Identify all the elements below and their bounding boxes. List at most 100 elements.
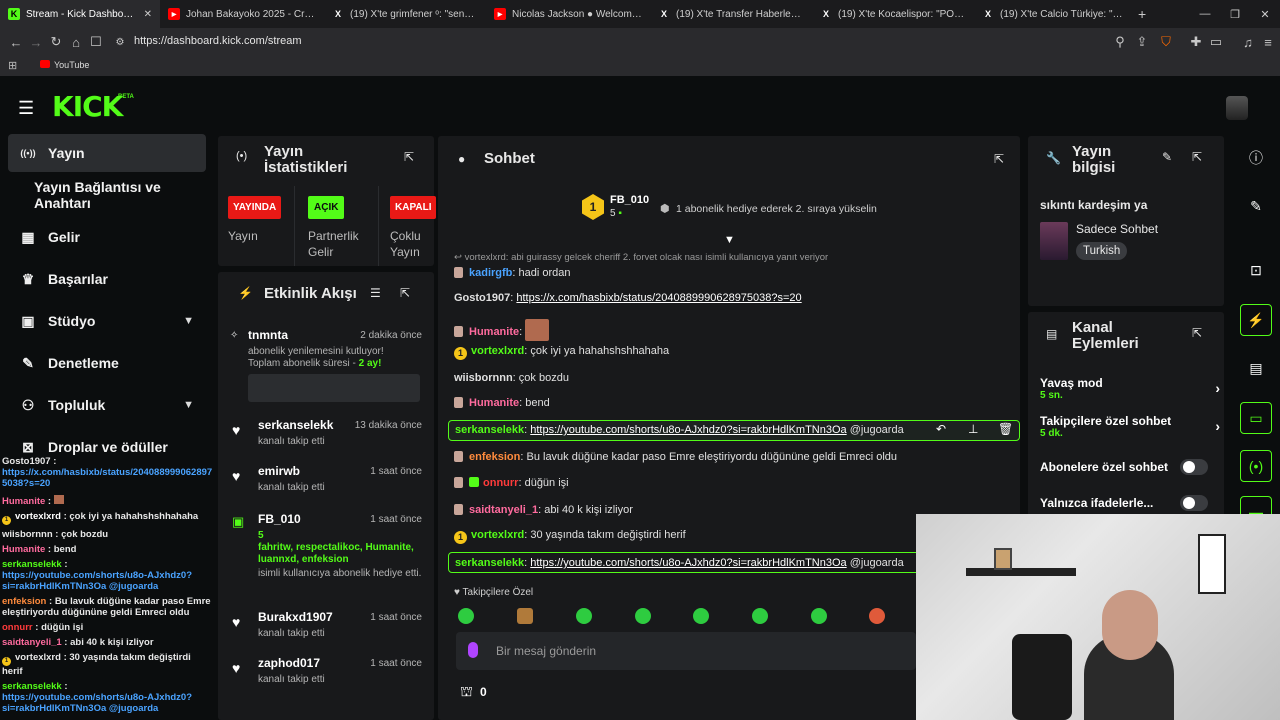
filter-icon[interactable]: ☰ [370,286,381,300]
share-icon[interactable]: ⇪ [1132,32,1152,52]
followers-chat-setting[interactable]: Takipçilere özel sohbet 5 dk. › [1040,414,1220,444]
popout-icon[interactable]: ⇱ [404,150,414,164]
sidebar-item-gelir[interactable]: ▦ Gelir [8,218,206,256]
site-info-icon[interactable]: ⚙ [110,32,130,52]
sidebar-item-studyo[interactable]: ▣ Stüdyo ▼ [8,302,206,340]
avatar[interactable] [1226,96,1248,120]
chat-message[interactable]: Gosto1907: https://x.com/hasbixb/status/… [454,292,802,304]
webcam-neon-sign [1198,534,1226,594]
emote-picker-item[interactable] [576,608,592,624]
emote-picker-item[interactable] [693,608,709,624]
sidebar-item-denetleme[interactable]: ✎ Denetleme [8,344,206,382]
sidebar-item-stream-key[interactable]: Yayın Bağlantısı ve Anahtarı [8,176,206,214]
zoom-icon[interactable]: ⚲ [1110,32,1130,52]
tab-x-grimfener[interactable]: X (19) X'te grimfener ᵒ: "seneye onua... [324,0,486,28]
stream-info-panel: 🔧 Yayın bilgisi ✎ ⇱ sıkıntı kardeşim ya … [1028,136,1224,306]
menu-icon[interactable]: ≡ [1258,32,1278,52]
kick-logo[interactable]: KICK BETA [52,90,134,123]
minimize-icon[interactable]: — [1190,0,1220,28]
category-name[interactable]: Sadece Sohbet [1076,222,1158,236]
tab-youtube-bakayoko[interactable]: ▶ Johan Bakayoko 2025 - Crazy Skills, ..… [160,0,324,28]
reply-icon[interactable]: ↶ [936,422,946,436]
chat-message[interactable]: kadirgfb: hadi ordan [454,267,571,279]
close-tab-icon[interactable]: ✕ [144,9,152,20]
maximize-icon[interactable]: ❐ [1220,0,1250,28]
edit-icon[interactable]: ✎ [1240,190,1272,222]
category-thumbnail [1040,222,1068,260]
popout-icon[interactable]: ⇱ [994,152,1004,166]
slow-mode-setting[interactable]: Yavaş mod 5 sn. › [1040,376,1220,406]
heart-icon: ♥ [232,422,241,438]
notes-icon[interactable]: ▤ [1240,352,1272,384]
reload-icon[interactable]: ↻ [46,32,66,52]
apps-icon[interactable]: ⊞ [8,59,17,72]
microphone-arm [1012,634,1072,720]
close-window-icon[interactable]: ✕ [1250,0,1280,28]
studio-icon: ▣ [21,312,35,329]
brave-shield-icon[interactable]: ⛉ [1156,32,1176,52]
emotes-only-setting: Yalnızca ifadelerle... [1040,495,1220,514]
chat-message[interactable]: saidtanyeli_1: abi 40 k kişi izliyor [454,504,633,516]
emote-picker-item[interactable] [869,608,885,624]
emote-picker-item[interactable] [635,608,651,624]
list-item: ♥ Burakxd1907 1 saat önce kanalı takip e… [232,610,422,639]
chat-message[interactable]: Humanite: [454,319,550,341]
chat-icon[interactable]: ▭ [1240,402,1272,434]
sidebar-item-basarilar[interactable]: ♛ Başarılar [8,260,206,298]
bookmark-youtube[interactable]: YouTube [54,60,89,70]
bookmark-icon[interactable]: ☐ [86,32,106,52]
microphone-icon[interactable] [468,642,478,658]
emotes-only-toggle[interactable] [1180,495,1208,511]
back-icon[interactable]: ← [6,32,26,52]
webcam-overlay [916,514,1280,720]
youtube-favicon-icon: ▶ [494,8,506,20]
emote-picker-item[interactable] [458,608,474,624]
sidebar-item-yayin[interactable]: ((•)) Yayın [8,134,206,172]
lightning-icon[interactable]: ⚡ [1240,304,1272,336]
tab-x-calcio[interactable]: X (19) X'te Calcio Türkiye: "🔴 Bu... [974,0,1134,28]
tab-x-transfer[interactable]: X (19) X'te Transfer Haberleri ⚽:"... [650,0,812,28]
list-item[interactable]: https://x.com/hasbixb/status/20408899906… [2,467,214,489]
emote-picker-item[interactable] [811,608,827,624]
x-favicon-icon: X [822,9,829,19]
pin-icon[interactable]: ⊥ [968,422,978,436]
chat-message[interactable]: wiisbornnn: çok bozdu [454,372,569,384]
forward-icon[interactable]: → [26,32,46,52]
emote-picker-item[interactable] [752,608,768,624]
tab-kick-dashboard[interactable]: K Stream - Kick Dashboard ✕ [0,0,160,28]
info-icon[interactable]: ⓘ [1240,142,1272,174]
list-item: ▣ FB_010 1 saat önce 5 fahritw, respecta… [232,512,422,579]
scroll-down-icon[interactable]: ▼ [724,234,735,246]
tab-x-kocaelispor[interactable]: X (19) X'te Kocaelispor: "POV: You are .… [812,0,974,28]
hamburger-menu-icon[interactable]: ☰ [18,98,34,119]
chat-input[interactable]: Bir mesaj gönderin [456,632,916,670]
chat-message[interactable]: serkanselekk: https://youtube.com/shorts… [455,557,904,569]
list-item: enfeksion : Bu lavuk düğüne kadar paso E… [2,596,211,618]
tab-youtube-jackson[interactable]: ▶ Nicolas Jackson ● Welcome to Bayer... [486,0,650,28]
delete-icon[interactable]: 🗑 [998,422,1013,436]
home-icon[interactable]: ⌂ [66,32,86,52]
capture-icon[interactable]: ⊡ [1240,254,1272,286]
media-icon[interactable]: ♫ [1238,32,1258,52]
chat-message[interactable]: 1 vortexlxrd: 30 yaşında takım değiştirdi… [454,529,686,544]
popout-icon[interactable]: ⇱ [400,286,410,300]
edit-icon[interactable]: ✎ [1162,150,1172,164]
broadcast-icon[interactable]: (•) [1240,450,1272,482]
popout-icon[interactable]: ⇱ [1192,150,1202,164]
chat-message[interactable]: Humanite: bend [454,397,550,409]
channel-points-icon[interactable]: ⛫ [460,683,473,702]
subs-only-toggle[interactable] [1180,459,1208,475]
url-field[interactable]: https://dashboard.kick.com/stream [134,35,302,47]
panel-title: Kanal Eylemleri [1072,319,1139,352]
extensions-icon[interactable]: ✚ [1186,32,1206,52]
chat-message[interactable]: enfeksion: Bu lavuk düğüne kadar paso Em… [454,451,897,463]
chat-message[interactable]: serkanselekk: https://youtube.com/shorts… [455,424,904,436]
popout-icon[interactable]: ⇱ [1192,326,1202,340]
sidebar-item-topluluk[interactable]: ⚇ Topluluk ▼ [8,386,206,424]
chat-message[interactable]: 1 vortexlxrd: çok iyi ya hahahshshhahaha [454,345,669,360]
sidebar-toggle-icon[interactable]: ▭ [1206,32,1226,52]
new-tab-button[interactable]: + [1138,6,1146,22]
chat-message[interactable]: onnurr: düğün işi [454,477,569,489]
emote-picker-item[interactable] [517,608,533,624]
gifter-name[interactable]: FB_010 [610,194,649,206]
